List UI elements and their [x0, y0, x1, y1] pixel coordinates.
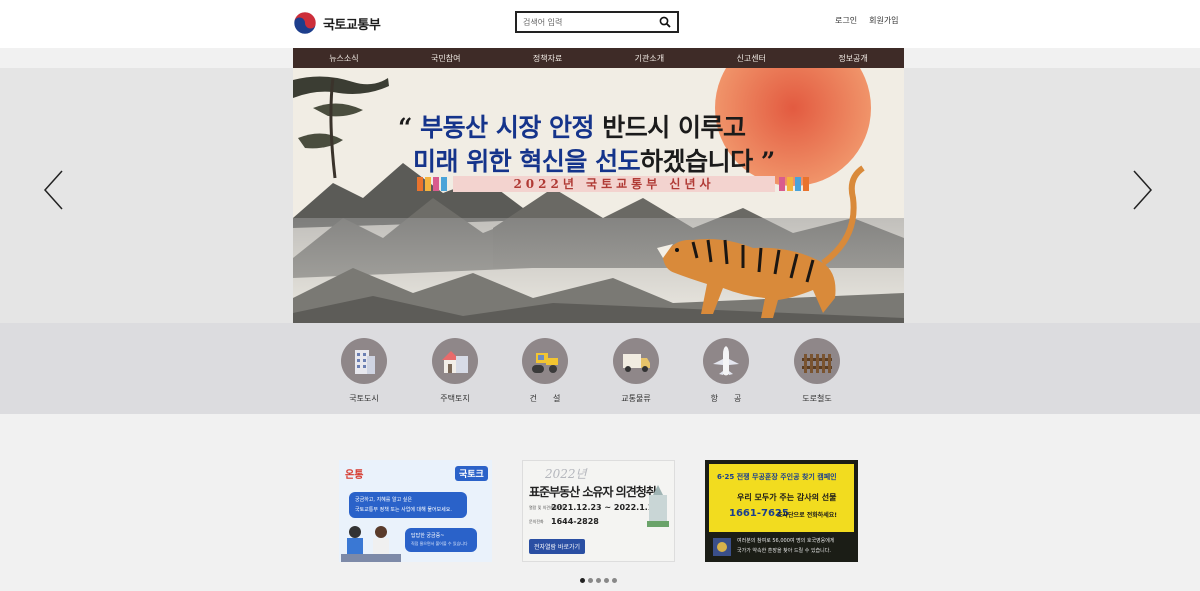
ink-landscape-illustration — [293, 68, 904, 323]
signup-link[interactable]: 회원가입 — [869, 15, 898, 26]
category-housing-land[interactable]: 주택토지 — [420, 338, 490, 404]
nav-item-policy[interactable]: 정책자료 — [497, 48, 599, 68]
promo3-top: 6·25 전쟁 무공훈장 주인공 찾기 캠페인 — [717, 473, 837, 481]
people-illustration-icon — [341, 526, 401, 562]
category-aviation[interactable]: 항 공 — [691, 338, 761, 404]
railway-icon — [794, 338, 840, 384]
promo1-badge: 국토크 — [455, 466, 488, 481]
category-label: 도로철도 — [802, 394, 832, 403]
carousel-dot-1[interactable] — [580, 578, 585, 583]
carousel-dot-5[interactable] — [612, 578, 617, 583]
color-stripe-right-icon — [779, 177, 809, 191]
promo2-year: 2022년 — [545, 467, 587, 481]
building-icon — [341, 338, 387, 384]
main-nav: 뉴스소식 국민참여 정책자료 기관소개 신고센터 정보공개 — [293, 48, 904, 68]
promo2-phone-label: 문의전화 — [529, 519, 544, 524]
utility-links: 로그인 회원가입 — [835, 15, 899, 26]
prev-slide-icon[interactable] — [40, 168, 68, 212]
airplane-icon — [703, 338, 749, 384]
truck-icon — [613, 338, 659, 384]
nav-item-participation[interactable]: 국민참여 — [395, 48, 497, 68]
login-link[interactable]: 로그인 — [835, 15, 857, 26]
page: 국토교통부 로그인 회원가입 뉴스소식 국민참여 정책자료 기관소개 신고센터 … — [0, 0, 1200, 591]
carousel-dot-4[interactable] — [604, 578, 609, 583]
taegeuk-icon — [293, 11, 317, 35]
banner-headline-line2: 미래 위한 혁신을 선도하겠습니다 ” — [413, 147, 775, 176]
search-box — [515, 11, 679, 33]
search-icon[interactable] — [653, 13, 677, 31]
carousel-dot-2[interactable] — [588, 578, 593, 583]
category-land-city[interactable]: 국토도시 — [329, 338, 399, 404]
promo2-title: 표준부동산 소유자 의견청취 — [529, 485, 657, 499]
nav-item-disclosure[interactable]: 정보공개 — [802, 48, 904, 68]
promo1-text3: 답답한 궁금증~ — [411, 533, 445, 539]
promo3-bottom1: 여러분의 참여로 56,000여 명의 호국영웅에게 — [737, 538, 835, 544]
promo2-phone: 1644-2828 — [551, 517, 599, 526]
carousel-dot-3[interactable] — [596, 578, 601, 583]
nav-item-news[interactable]: 뉴스소식 — [293, 48, 395, 68]
headline-line1-dark: 반드시 이루고 — [602, 113, 746, 142]
banner-headline-line1: “ 부동산 시장 안정 반드시 이루고 — [398, 113, 746, 142]
promo3-bottom2: 국가가 약속한 훈장을 찾아 드릴 수 있습니다. — [737, 548, 831, 554]
ministry-name: 국토교통부 — [323, 17, 381, 33]
promo-banner-medal-campaign[interactable]: 6·25 전쟁 무공훈장 주인공 찾기 캠페인 우리 모두가 주는 감사의 선물… — [705, 460, 858, 562]
promo1-text2: 국토교통부 정책 또는 사업에 대해 물어보세요. — [355, 507, 452, 513]
nav-item-report[interactable]: 신고센터 — [700, 48, 802, 68]
house-icon — [432, 338, 478, 384]
headline-line1-blue: 부동산 시장 안정 — [420, 113, 595, 142]
promo3-line2: 조사단으로 전화하세요! — [777, 512, 838, 519]
headline-line2-dark: 하겠습니다 — [640, 147, 753, 176]
next-slide-icon[interactable] — [1128, 168, 1156, 212]
promo1-text4: 직접 물으면서 풀어볼 수 있습니다 — [411, 541, 468, 546]
promo1-text1: 궁금하고, 지혜를 알고 싶은 — [355, 497, 412, 503]
category-transport-logistics[interactable]: 교통물류 — [601, 338, 671, 404]
promo-banner-ontong[interactable]: 온통 국토크 궁금하고, 지혜를 알고 싶은 국토교통부 정책 또는 사업에 대… — [339, 460, 492, 562]
promo3-line1: 우리 모두가 주는 감사의 선물 — [737, 493, 837, 502]
category-label: 주택토지 — [440, 394, 470, 403]
headline-line2-blue: 미래 위한 혁신을 선도 — [413, 147, 641, 176]
promo1-brand: 온통 — [345, 470, 364, 481]
promo2-button[interactable]: 전자열람 바로가기 — [529, 539, 586, 554]
category-label: 항 공 — [710, 394, 742, 403]
ministry-logo[interactable]: 국토교통부 — [293, 11, 381, 35]
roller-icon — [522, 338, 568, 384]
nav-item-about[interactable]: 기관소개 — [598, 48, 700, 68]
promo-banner-standard-property[interactable]: 2022년 표준부동산 소유자 의견청취 열람 및 의견제출기간 2021.12… — [522, 460, 675, 562]
category-road-rail[interactable]: 도로철도 — [782, 338, 852, 404]
header: 국토교통부 로그인 회원가입 — [0, 0, 1200, 48]
category-label: 건 설 — [529, 394, 561, 403]
search-input[interactable] — [517, 13, 653, 31]
category-construction[interactable]: 건 설 — [510, 338, 580, 404]
category-band — [0, 323, 1200, 414]
category-label: 국토도시 — [349, 394, 379, 403]
medal-icon — [713, 538, 731, 556]
banner-year-text: 2022년 국토교통부 신년사 — [513, 177, 715, 191]
carousel-dots — [580, 578, 617, 583]
category-label: 교통물류 — [621, 394, 651, 403]
year-strip: 2022년 국토교통부 신년사 — [453, 176, 775, 192]
hero-banner[interactable]: “ 부동산 시장 안정 반드시 이루고 미래 위한 혁신을 선도하겠습니다 ” … — [293, 68, 904, 323]
trophy-illustration-icon — [647, 485, 669, 527]
